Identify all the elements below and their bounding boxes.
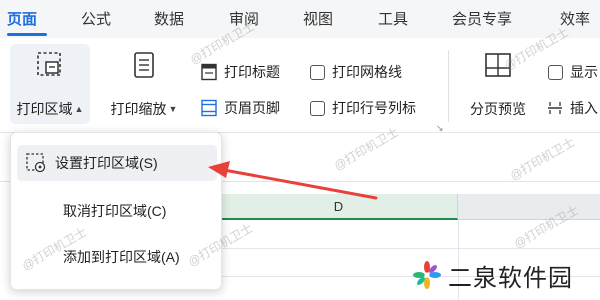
print-area-label: 打印区域 [16, 101, 73, 117]
add-to-print-area-label: 添加到打印区域(A) [63, 249, 180, 265]
insert-label: 插入 [570, 100, 598, 116]
print-titles-icon [200, 63, 218, 81]
set-print-area-icon [26, 153, 46, 173]
insert-button[interactable]: 插入 [546, 96, 598, 120]
print-row-col-headers-label: 打印行号列标 [332, 100, 416, 116]
set-print-area-label: 设置打印区域(S) [55, 155, 158, 171]
print-titles-button[interactable]: 打印标题 [200, 60, 280, 84]
pinwheel-logo-icon [413, 261, 441, 289]
set-print-area-item[interactable]: 设置打印区域(S) [17, 145, 217, 181]
tab-view[interactable]: 视图 [303, 8, 333, 29]
insert-page-break-icon [546, 99, 564, 117]
header-footer-button[interactable]: 页眉页脚 [200, 96, 280, 120]
print-area-button[interactable]: 打印区域 ▲ [10, 44, 90, 124]
checkbox-icon [309, 64, 325, 80]
tab-formula[interactable]: 公式 [81, 8, 111, 29]
tab-tools[interactable]: 工具 [378, 8, 408, 29]
cancel-print-area-label: 取消打印区域(C) [63, 203, 167, 219]
print-scale-icon [134, 52, 154, 78]
group-divider [448, 50, 449, 122]
print-scale-label: 打印缩放 [110, 101, 167, 117]
print-area-icon [37, 52, 61, 76]
show-checkbox[interactable]: 显示 [546, 60, 598, 84]
page-break-preview-label: 分页预览 [470, 101, 526, 117]
grid-line [220, 248, 600, 249]
dialog-launcher-icon[interactable]: ↘ [436, 123, 444, 134]
header-footer-icon [200, 99, 218, 117]
checkbox-icon [309, 100, 325, 116]
print-row-col-headers-checkbox[interactable]: 打印行号列标 [308, 96, 416, 120]
print-gridlines-label: 打印网格线 [332, 64, 402, 80]
active-tab-indicator [7, 33, 47, 36]
chevron-up-icon: ▲ [74, 104, 84, 114]
chevron-down-icon: ▼ [168, 104, 178, 114]
ribbon-tab-bar: 页面 公式 数据 审阅 视图 工具 会员专享 效率 [0, 0, 600, 38]
tab-data[interactable]: 数据 [154, 8, 184, 29]
show-label: 显示 [570, 64, 598, 80]
print-titles-label: 打印标题 [224, 64, 280, 80]
header-footer-label: 页眉页脚 [224, 100, 280, 116]
cancel-print-area-item[interactable]: 取消打印区域(C) [17, 193, 217, 229]
tab-page[interactable]: 页面 [7, 8, 37, 29]
tab-member[interactable]: 会员专享 [452, 8, 512, 29]
print-gridlines-checkbox[interactable]: 打印网格线 [308, 60, 402, 84]
checkbox-icon [547, 64, 563, 80]
brand-logo: 二泉软件园 [412, 258, 573, 292]
print-scale-button[interactable]: 打印缩放 ▼ [104, 44, 184, 124]
brand-name: 二泉软件园 [448, 263, 573, 292]
